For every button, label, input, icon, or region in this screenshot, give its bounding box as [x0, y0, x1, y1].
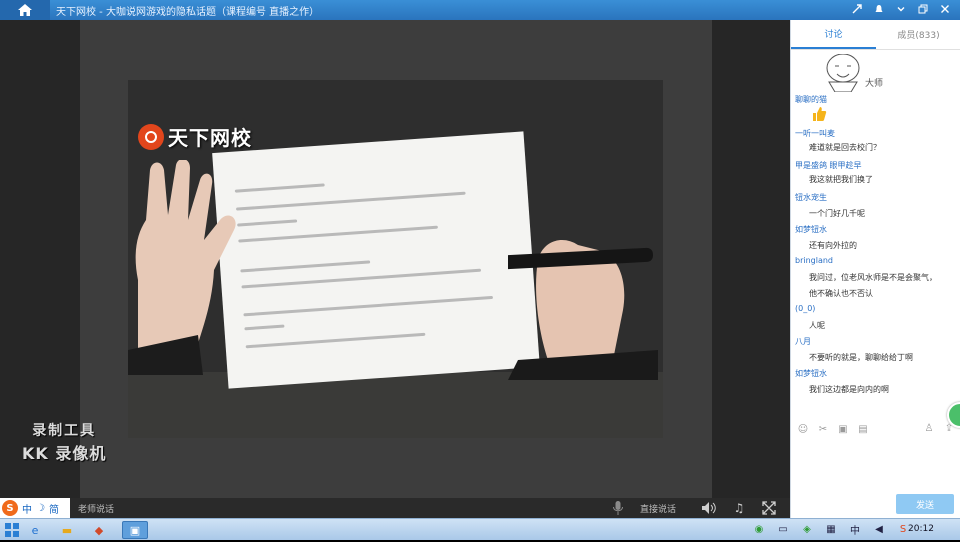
chat-sender[interactable]: bringland	[795, 256, 833, 265]
chat-sender[interactable]: 聊聊的猫	[795, 94, 827, 105]
chat-message: 我这就把我们换了	[809, 175, 873, 184]
stage-right-margin	[712, 20, 790, 498]
start-icon[interactable]	[4, 522, 20, 538]
classroom-app: 天下网校 - 大咖说网游戏的隐私话题（课程编号 直播之作） 天下网校 录制工具 …	[0, 0, 960, 518]
video-control-bar: S 中 ☽ 简 老师说话 直接说话 ♫	[0, 498, 790, 518]
scissors-icon[interactable]: ✂	[817, 423, 829, 435]
left-hand-image	[128, 160, 236, 375]
chat-message: 不要听的就是，聊聊给给丁啊	[809, 353, 913, 362]
folder-icon[interactable]: ▬	[58, 521, 76, 539]
media-controls: ♫	[700, 500, 778, 516]
chat-sender[interactable]: 如梦钮水	[795, 224, 827, 235]
clipboard-icon[interactable]: ▤	[857, 423, 869, 435]
taskbar: e ▬ ◆ ▣ ◉ ▭ ◈ ▦ 中 ◀ S 20:12	[0, 518, 960, 540]
user-icon[interactable]: ♙	[923, 422, 935, 434]
wifi-icon[interactable]: ◉	[752, 522, 766, 536]
right-hand-with-marker-image	[508, 240, 658, 380]
network-icon[interactable]: ▭	[776, 522, 790, 536]
bell-icon[interactable]	[872, 2, 886, 16]
close-icon[interactable]	[938, 2, 952, 16]
sogou-ime-icon[interactable]: S	[2, 500, 18, 516]
brand-logo-icon	[138, 123, 164, 150]
recorder-watermark-line1: 录制工具	[32, 423, 97, 439]
thumbs-up-icon	[813, 107, 827, 121]
brand-watermark-text: 天下网校	[168, 126, 252, 150]
teacher-speaking-label: 老师说话	[78, 505, 115, 515]
chat-sender[interactable]: 钮水宠生	[795, 192, 827, 203]
chat-message: 我们这边都是向内的啊	[809, 385, 889, 394]
speaker-icon[interactable]: ◀	[872, 522, 886, 536]
video-stage: 天下网校 录制工具 KK 录像机	[0, 20, 790, 498]
music-icon[interactable]: ♫	[730, 500, 748, 516]
chat-toolbar: ☺ ✂ ▣ ▤ ♙ ⇪	[791, 420, 960, 438]
chat-message: 我问过，位老风水师是不是会聚气，	[809, 273, 937, 282]
chevron-down-icon[interactable]	[894, 2, 908, 16]
recorder-watermark-line2: KK 录像机	[22, 444, 107, 463]
table-surface	[128, 372, 663, 438]
panel-tabs: 讨论 成员(833)	[791, 20, 960, 50]
system-tray: ◉ ▭ ◈ ▦ 中 ◀ S	[752, 522, 910, 537]
emoji-icon[interactable]: ☺	[797, 423, 809, 435]
chat-sender[interactable]: 如梦钮水	[795, 368, 827, 379]
media-icon[interactable]: ◆	[90, 521, 108, 539]
window-title: 天下网校 - 大咖说网游戏的隐私话题（课程编号 直播之作）	[56, 7, 320, 18]
chat-message: 难道就是回去校门？	[809, 143, 881, 152]
direct-speak-button[interactable]: 直接说话	[640, 502, 676, 515]
tab-discussion[interactable]: 讨论	[791, 20, 876, 49]
chat-message: 还有向外拉的	[809, 241, 857, 250]
discussion-panel: 讨论 成员(833) 大师 聊聊的猫 一听一叫麦 难道就是回去校门？ 甲是盛鸽 …	[790, 20, 960, 518]
home-button[interactable]	[0, 0, 50, 20]
window-controls	[850, 2, 952, 16]
app-tray-icon[interactable]: ▦	[824, 522, 838, 536]
moon-icon[interactable]: ☽	[36, 503, 45, 514]
mode-icon[interactable]	[850, 2, 864, 16]
classroom-app-task[interactable]: ▣	[122, 521, 148, 539]
paper-sheet	[212, 131, 540, 389]
ie-icon[interactable]: e	[26, 521, 44, 539]
security-icon[interactable]: ◈	[800, 522, 814, 536]
brand-watermark: 天下网校	[138, 122, 252, 151]
sticker-caption: 大师	[865, 79, 884, 89]
fullscreen-icon[interactable]	[760, 500, 778, 516]
image-icon[interactable]: ▣	[837, 423, 849, 435]
taskbar-apps: e ▬ ◆ ▣	[26, 521, 148, 539]
volume-icon[interactable]	[700, 500, 718, 516]
chat-sender[interactable]: (0_0)	[795, 304, 815, 313]
microphone-icon[interactable]	[612, 500, 626, 516]
chat-sender[interactable]: 甲是盛鸽 眼甲趁早	[795, 160, 862, 171]
ime-language[interactable]: 中	[22, 501, 32, 516]
chat-list[interactable]: 大师 聊聊的猫 一听一叫麦 难道就是回去校门？ 甲是盛鸽 眼甲趁早 我这就把我们…	[791, 50, 960, 430]
chat-message: 他不确认也不否认	[809, 289, 873, 298]
tab-members[interactable]: 成员(833)	[876, 20, 960, 49]
send-button[interactable]: 发送	[896, 494, 954, 514]
video-frame[interactable]: 天下网校	[128, 80, 663, 438]
recorder-watermark: 录制工具 KK 录像机	[22, 420, 106, 464]
share-icon[interactable]: ⇪	[943, 422, 955, 434]
chat-sender[interactable]: 一听一叫麦	[795, 128, 835, 139]
chat-sender[interactable]: 八月	[795, 336, 811, 347]
chat-message: 人呢	[809, 321, 825, 330]
clock[interactable]: 20:12	[908, 524, 934, 534]
restore-icon[interactable]	[916, 2, 930, 16]
title-bar: 天下网校 - 大咖说网游戏的隐私话题（课程编号 直播之作）	[0, 0, 960, 20]
ime-mode[interactable]: 简	[49, 501, 59, 516]
chat-toolbar-right: ♙ ⇪	[923, 422, 955, 434]
chat-message: 一个门好几千呢	[809, 209, 865, 218]
ime-tray-language[interactable]: 中	[848, 522, 862, 537]
chat-input[interactable]	[791, 438, 960, 498]
ime-toolbar[interactable]: S 中 ☽ 简	[0, 498, 70, 518]
home-icon	[18, 4, 32, 16]
